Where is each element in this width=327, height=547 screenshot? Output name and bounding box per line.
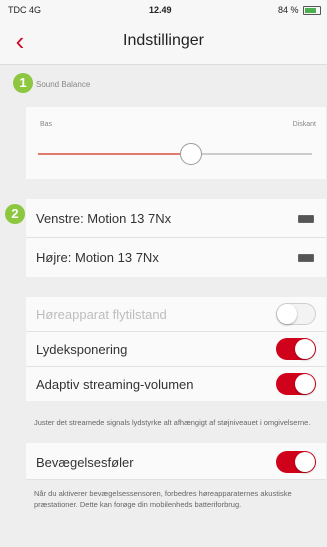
motion-sensor-description: Når du aktiverer bevægelsessensoren, for… <box>34 489 292 509</box>
exposure-label: Lydeksponering <box>36 342 128 357</box>
battery-percent: 84 % <box>277 5 299 15</box>
device-list: Venstre: Motion 13 7Nx Højre: Motion 13 … <box>26 199 326 277</box>
exposure-row: Lydeksponering <box>26 332 326 367</box>
slider-fill <box>38 153 192 155</box>
battery-indicator: 84 % <box>277 5 321 16</box>
step-badge-1: 1 <box>13 73 33 93</box>
adaptive-row: Adaptiv streaming-volumen <box>26 367 326 401</box>
flight-mode-toggle[interactable] <box>276 303 316 325</box>
device-label: Venstre: Motion 13 7Nx <box>36 211 172 226</box>
device-label: Højre: Motion 13 7Nx <box>36 250 159 265</box>
treble-label: Diskant <box>292 121 316 128</box>
battery-icon <box>303 6 321 16</box>
page-title: Indstillinger <box>123 32 204 49</box>
battery-icon <box>298 215 314 223</box>
sound-balance-card: Bas Diskant <box>26 107 326 179</box>
exposure-toggle[interactable] <box>276 338 316 360</box>
battery-icon <box>298 254 314 262</box>
device-row-right[interactable]: Højre: Motion 13 7Nx <box>26 238 326 276</box>
navigation-bar: ‹ Indstillinger <box>0 20 327 65</box>
clock: 12.49 <box>149 5 172 15</box>
step-badge-2: 2 <box>5 204 25 224</box>
carrier-text: TDC 4G <box>8 5 42 15</box>
bass-label: Bas <box>40 121 53 128</box>
flight-mode-label: Høreapparat flytilstand <box>36 307 167 322</box>
adaptive-description-box: Juster det streamede signals lydstyrke a… <box>26 401 326 443</box>
adaptive-toggle[interactable] <box>276 373 316 395</box>
status-bar: TDC 4G 12.49 84 % <box>0 0 327 20</box>
adaptive-description: Juster det streamede signals lydstyrke a… <box>34 418 311 427</box>
slider-thumb[interactable] <box>180 143 203 165</box>
motion-sensor-group: Bevægelsesføler Når du aktiverer bevægel… <box>26 445 326 547</box>
sound-balance-header: Sound Balance <box>36 80 91 89</box>
sound-balance-slider[interactable] <box>38 143 312 165</box>
flight-mode-row: Høreapparat flytilstand <box>26 297 326 332</box>
motion-description-box: Når du aktiverer bevægelsessensoren, for… <box>26 480 326 547</box>
motion-sensor-toggle[interactable] <box>276 451 316 473</box>
device-row-left[interactable]: Venstre: Motion 13 7Nx <box>26 199 326 238</box>
adaptive-label: Adaptiv streaming-volumen <box>36 377 194 392</box>
motion-sensor-row: Bevægelsesføler <box>26 445 326 480</box>
motion-sensor-label: Bevægelsesføler <box>36 455 134 470</box>
